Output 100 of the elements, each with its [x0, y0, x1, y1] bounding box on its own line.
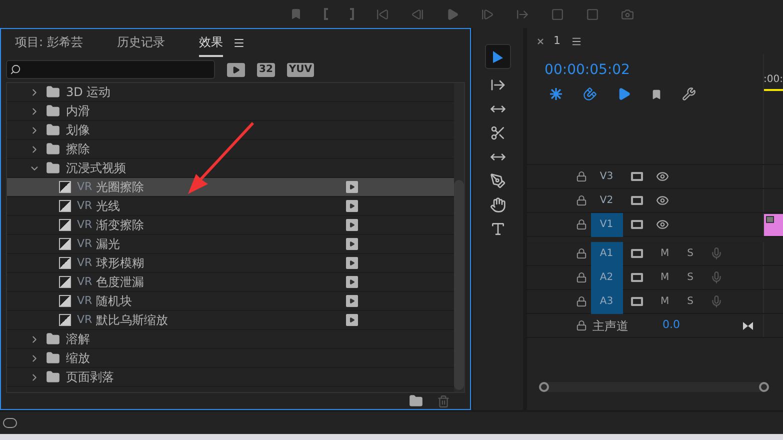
new-bin-icon[interactable] — [408, 394, 423, 408]
lock-icon[interactable] — [576, 195, 587, 206]
folder-label[interactable]: 内滑 — [66, 102, 90, 120]
effect-label: 渐变擦除 — [96, 217, 144, 234]
effect-label: 光圈擦除 — [96, 179, 144, 196]
sync-lock-icon[interactable] — [630, 196, 643, 205]
marker-icon[interactable] — [650, 88, 662, 100]
sync-lock-icon[interactable] — [630, 273, 643, 282]
fx-icon — [766, 216, 774, 222]
sync-lock-icon[interactable] — [630, 220, 643, 229]
nest-icon[interactable] — [548, 87, 563, 101]
lock-icon[interactable] — [576, 219, 587, 230]
type-tool-icon[interactable] — [490, 221, 506, 237]
lock-icon[interactable] — [576, 248, 587, 259]
track-select-icon[interactable] — [490, 77, 506, 93]
effect-row[interactable]: VR 默比乌斯缩放 — [7, 311, 454, 330]
effect-prefix: VR — [77, 292, 92, 309]
filter-toggle[interactable]: YUV — [286, 62, 314, 76]
sync-lock-icon[interactable] — [630, 297, 643, 306]
lock-icon[interactable] — [576, 272, 587, 283]
hand-icon[interactable] — [490, 197, 506, 213]
razor-icon[interactable] — [490, 125, 506, 141]
track-target-toggle[interactable]: V1 — [590, 212, 623, 236]
search-field[interactable] — [6, 60, 215, 79]
effect-label: 色度泄漏 — [96, 274, 144, 291]
effect-prefix: VR — [77, 198, 92, 214]
accelerated-effect-icon — [346, 276, 358, 288]
eye-icon[interactable] — [656, 218, 669, 231]
effect-row[interactable]: VR 渐变擦除 — [7, 216, 454, 235]
transition-icon — [59, 219, 71, 231]
timecode[interactable]: 00:00:05:02 — [544, 60, 763, 81]
track-target-toggle[interactable]: A2 — [590, 266, 623, 290]
eye-icon[interactable] — [656, 194, 669, 207]
effect-label: 光线 — [96, 198, 120, 215]
folder-label[interactable]: 3D 运动 — [66, 83, 111, 101]
folder-icon — [46, 85, 60, 99]
master-track-label: 主声道 — [592, 318, 629, 334]
effect-row[interactable]: VR 色度泄漏 — [7, 273, 454, 292]
effect-prefix: VR — [77, 312, 92, 328]
track-target-toggle[interactable]: A1 — [590, 242, 623, 266]
accelerated-effect-icon — [346, 219, 358, 231]
menu-icon[interactable] — [570, 36, 582, 46]
track-target-toggle[interactable]: V3 — [590, 164, 623, 188]
effect-label: 随机块 — [96, 293, 132, 310]
lock-icon[interactable] — [576, 296, 587, 307]
solo-button[interactable]: S — [687, 246, 694, 261]
folder-icon — [46, 104, 60, 118]
panel-tab[interactable]: 项目: 彭希芸 — [15, 33, 83, 57]
folder-label[interactable]: 缩放 — [66, 349, 90, 367]
accelerated-effect-icon — [346, 314, 358, 326]
track-target-toggle[interactable]: A3 — [590, 290, 623, 314]
solo-button[interactable]: S — [687, 270, 694, 285]
lock-icon[interactable] — [576, 171, 587, 182]
effect-prefix: VR — [77, 216, 92, 233]
accelerated-effects-icon[interactable] — [227, 62, 245, 76]
menu-icon[interactable] — [232, 37, 245, 49]
master-volume-value[interactable]: 0.0 — [662, 317, 680, 334]
effect-row[interactable]: VR 球形模糊 — [7, 254, 454, 273]
bowtie-icon[interactable] — [742, 322, 753, 330]
effect-row[interactable]: VR 光圈擦除 — [7, 178, 454, 197]
panel-tab[interactable]: 效果 — [198, 33, 223, 57]
filter-toggle[interactable]: 32 — [257, 62, 275, 76]
mute-button[interactable]: M — [660, 246, 670, 261]
pen-icon[interactable] — [490, 173, 506, 189]
sync-lock-icon[interactable] — [630, 172, 643, 181]
sync-lock-icon[interactable] — [630, 249, 643, 258]
wrench-icon[interactable] — [682, 87, 696, 101]
panel-tab[interactable]: 历史记录 — [116, 33, 165, 57]
mute-button[interactable]: M — [660, 294, 670, 309]
scrollbar[interactable] — [454, 83, 464, 392]
folder-label[interactable]: 溶解 — [66, 330, 90, 348]
transition-icon — [59, 276, 71, 288]
effect-row[interactable]: VR 漏光 — [7, 235, 454, 254]
snap-icon[interactable] — [582, 87, 597, 101]
folder-label[interactable]: 划像 — [66, 121, 90, 139]
accelerated-effect-icon — [346, 295, 358, 307]
folder-label[interactable]: 页面剥落 — [66, 368, 114, 386]
effect-label: 默比乌斯缩放 — [96, 312, 168, 329]
eye-icon[interactable] — [656, 170, 669, 183]
transition-icon — [59, 200, 71, 212]
folder-label[interactable]: 擦除 — [66, 140, 90, 158]
track-target-toggle[interactable]: V2 — [590, 188, 623, 212]
solo-button[interactable]: S — [687, 294, 694, 309]
close-icon[interactable] — [536, 38, 544, 44]
effect-row[interactable]: VR 光线 — [7, 197, 454, 216]
selection-tool-icon[interactable] — [484, 44, 511, 69]
lock-icon[interactable] — [576, 320, 587, 331]
folder-icon — [46, 332, 60, 346]
effect-row[interactable]: VR 随机块 — [7, 292, 454, 311]
effect-label: 漏光 — [96, 236, 120, 253]
transition-icon — [59, 257, 71, 269]
mute-button[interactable]: M — [660, 270, 670, 285]
sequence-tab[interactable]: 1 — [554, 32, 561, 50]
effect-prefix: VR — [77, 236, 92, 252]
effect-prefix: VR — [77, 178, 92, 195]
zoom-scrollbar[interactable] — [538, 382, 769, 392]
marker-icon[interactable] — [290, 8, 302, 20]
folder-icon — [46, 370, 60, 384]
folder-label[interactable]: 沉浸式视频 — [66, 159, 126, 177]
effect-prefix: VR — [77, 254, 92, 271]
